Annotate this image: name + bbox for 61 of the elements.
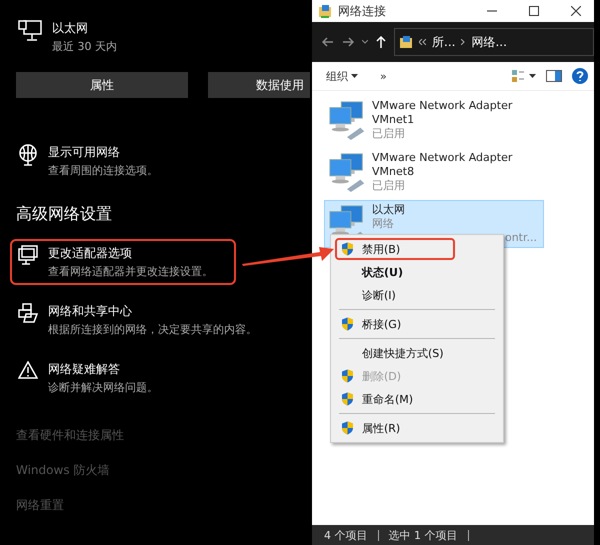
adapter-name: VMware Network Adapter VMnet8 [372, 151, 514, 179]
organize-menu[interactable]: 组织 [326, 68, 358, 84]
window-title: 网络连接 [338, 2, 387, 20]
option-title[interactable]: 网络和共享中心 [48, 303, 257, 320]
menu-item[interactable]: 状态(U) [335, 261, 455, 283]
option-description: 诊断并解决网络问题。 [48, 380, 158, 395]
chevron-right-icon [461, 39, 466, 45]
connection-name: 以太网 [52, 20, 89, 37]
adapter-detail: ontr... [504, 231, 537, 245]
network-folder-icon [318, 4, 332, 18]
warning-icon [18, 361, 38, 379]
section-heading: 高级网络设置 [16, 204, 113, 225]
connection-subtitle: 最近 30 天内 [52, 39, 117, 54]
settings-button[interactable]: 属性 [16, 72, 188, 98]
computer-icon [18, 245, 38, 265]
option-title[interactable]: 网络疑难解答 [48, 361, 158, 378]
shield-icon [341, 369, 354, 383]
address-bar[interactable]: 所... 网络... [394, 28, 594, 56]
menu-item[interactable]: 属性(R) [335, 417, 455, 439]
shield-icon [341, 242, 354, 256]
menu-item[interactable]: 重命名(M) [335, 388, 455, 410]
option-description: 查看网络适配器并更改连接设置。 [48, 264, 213, 279]
adapter-item[interactable]: VMware Network Adapter VMnet1 已启用 [324, 96, 544, 144]
adapter-name: VMware Network Adapter VMnet1 [372, 99, 514, 127]
globe-icon [18, 144, 38, 166]
breadcrumb[interactable]: 所... [432, 34, 456, 50]
forward-icon[interactable] [342, 37, 354, 47]
shield-icon [341, 392, 354, 406]
settings-button[interactable]: 数据使用 [208, 72, 310, 98]
option-title[interactable]: 显示可用网络 [48, 144, 158, 161]
option-title[interactable]: 更改适配器选项 [48, 245, 213, 262]
maximize-icon[interactable] [529, 6, 539, 16]
menu-item[interactable]: 桥接(G) [335, 313, 455, 335]
more-button[interactable]: » [380, 70, 387, 82]
menu-item[interactable]: 诊断(I) [335, 284, 455, 306]
adapter-item[interactable]: VMware Network Adapter VMnet8 已启用 [324, 148, 544, 196]
view-options-icon[interactable] [512, 70, 536, 82]
status-text: 4 个项目 [324, 528, 368, 542]
double-chevron-icon [419, 39, 426, 45]
help-icon[interactable] [572, 68, 588, 84]
option-description: 查看周围的连接选项。 [48, 163, 158, 178]
up-icon[interactable] [376, 36, 386, 48]
menu-item[interactable]: 创建快捷方式(S) [335, 342, 455, 364]
adapter-status: 已启用 [372, 179, 406, 193]
sharing-icon [18, 303, 38, 323]
option-description: 根据所连接到的网络，决定要共享的内容。 [48, 322, 257, 337]
shield-icon [341, 317, 354, 331]
computer-icon [18, 20, 42, 42]
preview-pane-icon[interactable] [546, 70, 562, 82]
status-text: 选中 1 个项目 [388, 528, 458, 542]
menu-item[interactable]: 禁用(B) [335, 238, 455, 260]
adapter-name: 以太网 [372, 203, 406, 217]
network-folder-icon [399, 35, 413, 49]
close-icon[interactable] [571, 6, 581, 16]
adapter-status: 已启用 [372, 127, 406, 141]
back-icon[interactable] [322, 37, 334, 47]
chevron-down-icon[interactable] [362, 40, 368, 44]
breadcrumb[interactable]: 网络... [471, 34, 507, 50]
adapter-status: 网络 [372, 217, 395, 231]
caret-icon [351, 74, 358, 78]
shield-icon [341, 421, 354, 435]
